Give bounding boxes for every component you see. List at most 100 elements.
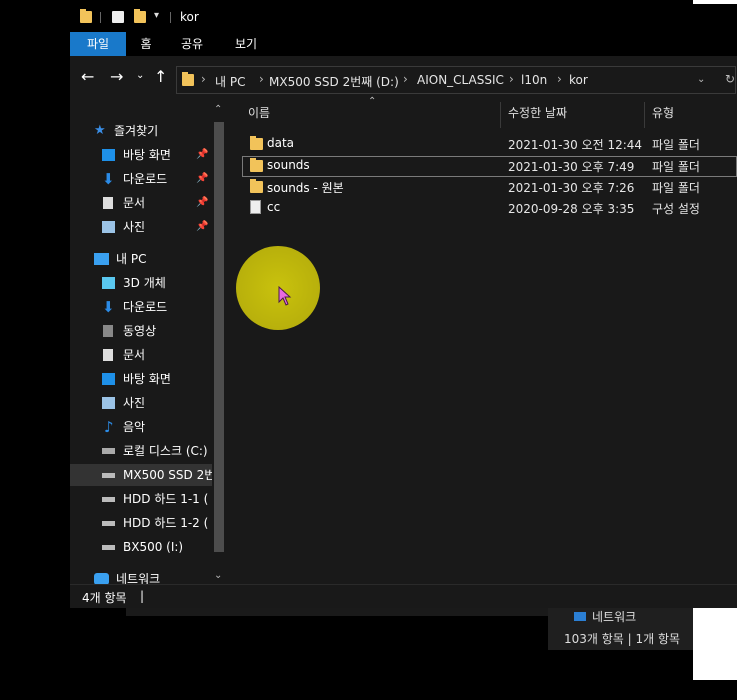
folder-icon	[250, 179, 263, 193]
breadcrumb-kor[interactable]: kor	[569, 73, 588, 87]
file-row-sounds[interactable]: sounds 2021-01-30 오후 7:49 파일 폴더	[242, 156, 737, 177]
tab-share[interactable]: 공유	[174, 32, 210, 56]
folder-icon	[250, 158, 263, 172]
sidebar-item-downloads[interactable]: ⬇ 다운로드	[102, 296, 212, 318]
refresh-icon[interactable]: ↻	[725, 72, 735, 86]
drive-icon	[102, 545, 115, 550]
window-title: kor	[180, 10, 199, 24]
mouse-pointer-icon	[278, 286, 292, 306]
breadcrumb-l10n[interactable]: l10n	[521, 73, 547, 87]
ribbon-tabs: 파일 홈 공유 보기	[70, 32, 737, 56]
drive-icon	[102, 497, 115, 502]
pin-icon[interactable]: 📌	[196, 216, 208, 238]
sidebar-item-desktop[interactable]: 바탕 화면	[102, 368, 212, 390]
download-icon: ⬇	[102, 170, 115, 188]
drive-icon	[102, 521, 115, 526]
sidebar-item-3d-objects[interactable]: 3D 개체	[102, 272, 212, 294]
breadcrumb-aion-classic[interactable]: AION_CLASSIC	[417, 73, 504, 87]
desktop-icon	[102, 373, 115, 385]
background-nav-network: 네트워크	[592, 610, 637, 624]
star-icon: ★	[94, 123, 106, 138]
file-explorer-window: ▾ kor 파일 홈 공유 보기 ← → ⌄ ↑ › 내 PC › MX500 …	[70, 4, 737, 608]
config-file-icon	[250, 200, 261, 214]
chevron-right-icon[interactable]: ›	[201, 72, 206, 86]
sort-ascending-icon: ⌃	[368, 96, 377, 107]
local-disk-icon	[102, 448, 115, 454]
navigation-pane: ★ 즐겨찾기 바탕 화면 📌 ⬇ 다운로드 📌 문서 📌 사진 📌 내 PC 3…	[70, 100, 228, 586]
file-row-data[interactable]: data 2021-01-30 오전 12:44 파일 폴더	[242, 134, 737, 155]
item-count: 4개 항목	[82, 591, 127, 605]
pc-icon	[94, 253, 109, 265]
up-arrow-icon[interactable]: ↑	[154, 67, 167, 86]
forward-arrow-icon[interactable]: →	[110, 67, 123, 86]
column-header-date[interactable]: 수정한 날짜	[508, 104, 567, 121]
folder-icon	[80, 9, 92, 23]
column-header-type[interactable]: 유형	[652, 104, 674, 121]
separator	[100, 12, 101, 23]
chevron-right-icon[interactable]: ›	[509, 72, 514, 86]
document-icon	[103, 349, 113, 361]
sidebar-item-mx500-drive[interactable]: MX500 SSD 2번	[70, 464, 212, 486]
scrollbar-thumb[interactable]	[214, 122, 224, 552]
sidebar-item-documents-pinned[interactable]: 문서 📌	[102, 192, 212, 214]
sidebar-item-pictures[interactable]: 사진	[102, 392, 212, 414]
pictures-icon	[102, 397, 115, 409]
back-arrow-icon[interactable]: ←	[81, 67, 94, 86]
pin-icon[interactable]: 📌	[196, 192, 208, 214]
address-dropdown-icon[interactable]: ⌄	[697, 74, 705, 85]
document-icon	[103, 197, 113, 209]
pictures-icon	[102, 221, 115, 233]
chevron-right-icon[interactable]: ›	[403, 72, 408, 86]
quick-access-dropdown-icon[interactable]: ▾	[154, 10, 159, 21]
sidebar-item-pictures-pinned[interactable]: 사진 📌	[102, 216, 212, 238]
pin-icon[interactable]: 📌	[196, 144, 208, 166]
sidebar-item-bx500[interactable]: BX500 (I:)	[102, 536, 212, 558]
sidebar-item-videos[interactable]: 동영상	[102, 320, 212, 342]
network-icon	[574, 612, 586, 621]
folder-icon	[182, 72, 194, 86]
column-separator[interactable]	[500, 102, 501, 128]
scroll-up-icon[interactable]: ⌃	[214, 104, 222, 115]
scroll-down-icon[interactable]: ⌄	[214, 570, 222, 581]
sidebar-item-documents[interactable]: 문서	[102, 344, 212, 366]
recent-locations-icon[interactable]: ⌄	[136, 70, 144, 81]
pin-icon[interactable]: 📌	[196, 168, 208, 190]
address-bar[interactable]: › 내 PC › MX500 SSD 2번째 (D:) › AION_CLASS…	[176, 66, 736, 94]
sidebar-item-this-pc[interactable]: 내 PC	[94, 248, 212, 270]
video-icon	[103, 325, 113, 337]
separator	[170, 12, 171, 23]
column-separator[interactable]	[644, 102, 645, 128]
desktop-icon	[102, 149, 115, 161]
3d-objects-icon	[102, 277, 115, 289]
column-header-name[interactable]: 이름	[248, 104, 270, 121]
breadcrumb-drive[interactable]: MX500 SSD 2번째 (D:)	[269, 73, 399, 90]
folder-icon	[250, 136, 263, 150]
sidebar-item-downloads-pinned[interactable]: ⬇ 다운로드 📌	[102, 168, 212, 190]
new-folder-icon[interactable]	[134, 9, 146, 23]
tab-home[interactable]: 홈	[132, 32, 160, 56]
sidebar-item-hdd-1-2[interactable]: HDD 하드 1-2 (	[102, 512, 212, 534]
status-separator: |	[140, 589, 145, 603]
download-icon: ⬇	[102, 298, 115, 316]
sidebar-item-hdd-1-1[interactable]: HDD 하드 1-1 (	[102, 488, 212, 510]
tab-file[interactable]: 파일	[70, 32, 126, 56]
file-list: ⌃ 이름 수정한 날짜 유형 data 2021-01-30 오전 12:44 …	[228, 96, 737, 584]
sidebar-item-local-disk-c[interactable]: 로컬 디스크 (C:)	[102, 440, 212, 462]
properties-icon[interactable]	[112, 11, 124, 23]
music-icon: ♪	[104, 418, 114, 436]
title-bar: ▾ kor	[70, 4, 737, 32]
breadcrumb-this-pc[interactable]: 내 PC	[215, 73, 245, 90]
sidebar-item-music[interactable]: ♪ 음악	[102, 416, 212, 438]
sidebar-item-desktop-pinned[interactable]: 바탕 화면 📌	[102, 144, 212, 166]
sidebar-scrollbar[interactable]: ⌃ ⌄	[212, 102, 226, 586]
chevron-right-icon[interactable]: ›	[259, 72, 264, 86]
navigation-bar: ← → ⌄ ↑ › 내 PC › MX500 SSD 2번째 (D:) › AI…	[70, 58, 737, 98]
file-row-cc[interactable]: cc 2020-09-28 오후 3:35 구성 설정	[242, 198, 737, 219]
sidebar-item-quick-access[interactable]: ★ 즐겨찾기	[94, 120, 212, 142]
chevron-right-icon[interactable]: ›	[557, 72, 562, 86]
tab-view[interactable]: 보기	[228, 32, 264, 56]
status-bar: 4개 항목 |	[70, 584, 737, 608]
drive-icon	[102, 473, 115, 478]
file-row-sounds-original[interactable]: sounds - 원본 2021-01-30 오후 7:26 파일 폴더	[242, 177, 737, 198]
background-status-text: 103개 항목 | 1개 항목	[564, 632, 681, 646]
